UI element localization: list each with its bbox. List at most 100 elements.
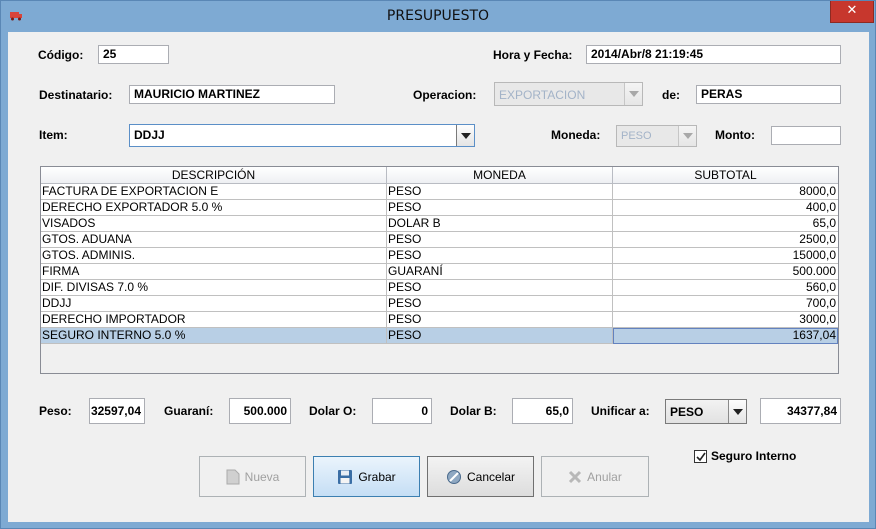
cell-descripcion: SEGURO INTERNO 5.0 % [41, 328, 387, 344]
cell-descripcion: VISADOS [41, 216, 387, 232]
delete-x-icon [568, 470, 582, 484]
cell-descripcion: DDJJ [41, 296, 387, 312]
grabar-button-label: Grabar [358, 469, 396, 484]
de-field[interactable]: PERAS [696, 85, 841, 104]
chevron-down-icon[interactable] [728, 400, 746, 423]
cell-descripcion: DIF. DIVISAS 7.0 % [41, 280, 387, 296]
cell-descripcion: FIRMA [41, 264, 387, 280]
nueva-button[interactable]: Nueva [199, 456, 306, 497]
cancelar-button[interactable]: Cancelar [427, 456, 534, 497]
moneda-combo[interactable]: PESO [616, 125, 697, 147]
table-row[interactable]: DIF. DIVISAS 7.0 % PESO 560,0 [41, 280, 838, 296]
column-header-moneda[interactable]: MONEDA [387, 167, 613, 183]
presupuesto-window: PRESUPUESTO ✕ Código: 25 Hora y Fecha: 2… [0, 0, 876, 529]
cell-moneda: PESO [387, 232, 613, 248]
table-row[interactable]: FIRMA GUARANÍ 500.000 [41, 264, 838, 280]
cell-subtotal: 500.000 [613, 264, 838, 280]
destinatario-field[interactable]: MAURICIO MARTINEZ [129, 85, 335, 104]
peso-total-field[interactable]: 32597,04 [89, 398, 145, 424]
cell-subtotal: 65,0 [613, 216, 838, 232]
cell-moneda: PESO [387, 200, 613, 216]
seguro-interno-label[interactable]: Seguro Interno [711, 449, 796, 463]
table-row[interactable]: DERECHO IMPORTADOR PESO 3000,0 [41, 312, 838, 328]
close-icon: ✕ [846, 3, 858, 18]
cell-descripcion: GTOS. ADUANA [41, 232, 387, 248]
monto-field[interactable] [771, 126, 841, 145]
cell-descripcion: DERECHO EXPORTADOR 5.0 % [41, 200, 387, 216]
seguro-interno-checkbox[interactable] [694, 450, 707, 463]
operacion-value: EXPORTACION [499, 88, 586, 102]
guarani-label: Guaraní: [164, 404, 214, 418]
cell-moneda: PESO [387, 248, 613, 264]
new-document-icon [226, 469, 240, 485]
cell-moneda: DOLAR B [387, 216, 613, 232]
item-value: DDJJ [134, 128, 165, 142]
presupuesto-table[interactable]: DESCRIPCIÓN MONEDA SUBTOTAL FACTURA DE E… [40, 166, 839, 374]
table-row[interactable]: FACTURA DE EXPORTACION E PESO 8000,0 [41, 184, 838, 200]
cell-descripcion: FACTURA DE EXPORTACION E [41, 184, 387, 200]
moneda-label: Moneda: [551, 128, 601, 142]
moneda-value: PESO [621, 130, 652, 142]
cell-subtotal: 15000,0 [613, 248, 838, 264]
save-icon [337, 469, 353, 485]
codigo-label: Código: [38, 48, 84, 62]
chevron-down-icon[interactable] [624, 83, 642, 105]
column-header-subtotal[interactable]: SUBTOTAL [613, 167, 838, 183]
de-label: de: [662, 88, 680, 102]
table-row[interactable]: DERECHO EXPORTADOR 5.0 % PESO 400,0 [41, 200, 838, 216]
cell-subtotal: 1637,04 [613, 328, 838, 344]
table-header: DESCRIPCIÓN MONEDA SUBTOTAL [41, 167, 838, 184]
unified-total-field[interactable]: 34377,84 [760, 398, 841, 424]
dolar-o-total-field[interactable]: 0 [372, 398, 432, 424]
cell-descripcion: GTOS. ADMINIS. [41, 248, 387, 264]
cell-subtotal: 560,0 [613, 280, 838, 296]
cell-moneda: PESO [387, 328, 613, 344]
cell-moneda: PESO [387, 184, 613, 200]
grabar-button[interactable]: Grabar [313, 456, 420, 497]
chevron-down-icon[interactable] [456, 125, 474, 146]
dolar-b-total-field[interactable]: 65,0 [512, 398, 573, 424]
column-header-descripcion[interactable]: DESCRIPCIÓN [41, 167, 387, 183]
table-row[interactable]: DDJJ PESO 700,0 [41, 296, 838, 312]
item-label: Item: [39, 128, 68, 142]
cancel-icon [446, 469, 462, 485]
cell-subtotal: 3000,0 [613, 312, 838, 328]
cancelar-button-label: Cancelar [466, 469, 516, 484]
unificar-value: PESO [670, 405, 704, 419]
cell-moneda: PESO [387, 280, 613, 296]
table-row[interactable]: GTOS. ADMINIS. PESO 15000,0 [41, 248, 838, 264]
anular-button[interactable]: Anular [541, 456, 649, 497]
hora-fecha-field[interactable]: 2014/Abr/8 21:19:45 [586, 45, 841, 64]
unificar-label: Unificar a: [591, 404, 650, 418]
close-button[interactable]: ✕ [830, 1, 874, 23]
check-icon [696, 452, 706, 462]
cell-moneda: GUARANÍ [387, 264, 613, 280]
anular-button-label: Anular [587, 469, 622, 484]
destinatario-label: Destinatario: [39, 88, 113, 102]
dolar-o-label: Dolar O: [309, 404, 357, 418]
monto-label: Monto: [715, 128, 755, 142]
unificar-combo[interactable]: PESO [665, 399, 747, 424]
cell-moneda: PESO [387, 312, 613, 328]
cell-subtotal: 2500,0 [613, 232, 838, 248]
chevron-down-icon[interactable] [678, 126, 696, 146]
window-title: PRESUPUESTO [386, 8, 490, 24]
cell-subtotal: 8000,0 [613, 184, 838, 200]
form-panel: Código: 25 Hora y Fecha: 2014/Abr/8 21:1… [8, 32, 869, 522]
cell-subtotal: 700,0 [613, 296, 838, 312]
peso-label: Peso: [39, 404, 72, 418]
title-bar[interactable]: PRESUPUESTO ✕ [1, 1, 875, 32]
table-row[interactable]: VISADOS DOLAR B 65,0 [41, 216, 838, 232]
guarani-total-field[interactable]: 500.000 [229, 398, 291, 424]
codigo-field[interactable]: 25 [98, 45, 169, 64]
hora-fecha-label: Hora y Fecha: [493, 48, 573, 62]
operacion-combo[interactable]: EXPORTACION [494, 82, 643, 106]
table-row[interactable]: GTOS. ADUANA PESO 2500,0 [41, 232, 838, 248]
item-combo[interactable]: DDJJ [129, 124, 475, 147]
table-row-selected[interactable]: SEGURO INTERNO 5.0 % PESO 1637,04 [41, 328, 838, 344]
cell-descripcion: DERECHO IMPORTADOR [41, 312, 387, 328]
cell-moneda: PESO [387, 296, 613, 312]
nueva-button-label: Nueva [244, 469, 280, 484]
operacion-label: Operacion: [413, 88, 477, 102]
dolar-b-label: Dolar B: [450, 404, 497, 418]
